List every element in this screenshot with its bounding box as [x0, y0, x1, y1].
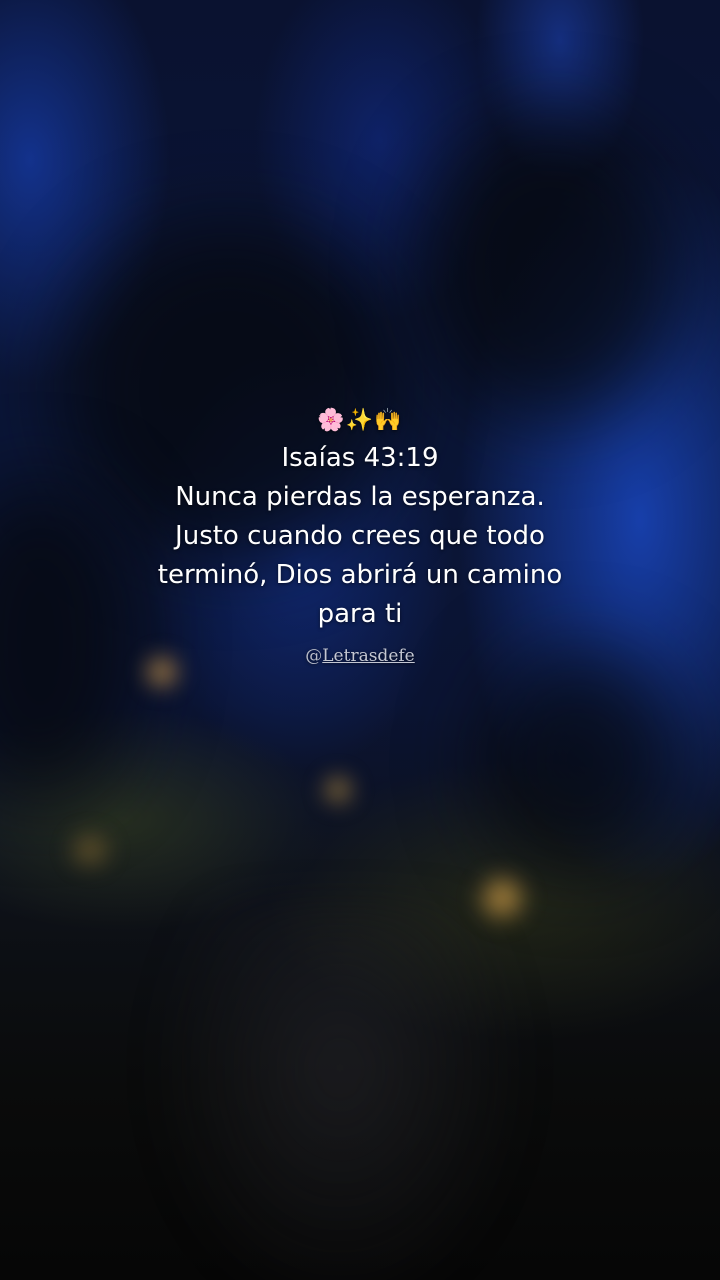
- praise-hands-icon: 🙌: [374, 408, 403, 433]
- walking-path: [150, 900, 530, 1280]
- tree-silhouette: [420, 120, 680, 420]
- emoji-row: 🌸✨🙌: [0, 404, 720, 438]
- verse-reference: Isaías 43:19: [281, 443, 439, 473]
- story-frame: 🌸✨🙌 Isaías 43:19 Nunca pierdas la espera…: [0, 0, 720, 1280]
- lamp-glow: [60, 830, 120, 870]
- verse-line: Justo cuando crees que todo: [175, 521, 545, 551]
- handle-at-sign: @: [305, 646, 323, 666]
- lamp-glow: [472, 870, 532, 926]
- verse-line: terminó, Dios abrirá un camino: [157, 560, 563, 590]
- handle-name[interactable]: Letrasdefe: [322, 646, 414, 666]
- verse-line: para ti: [317, 599, 403, 629]
- sparkles-icon: ✨: [345, 408, 375, 433]
- verse-line: Nunca pierdas la esperanza.: [175, 482, 545, 512]
- tree-silhouette: [480, 650, 680, 870]
- lamp-glow: [318, 770, 358, 810]
- cherry-blossom-icon: 🌸: [317, 408, 346, 433]
- author-handle[interactable]: @Letrasdefe: [0, 646, 720, 666]
- quote-overlay: 🌸✨🙌 Isaías 43:19 Nunca pierdas la espera…: [0, 404, 720, 666]
